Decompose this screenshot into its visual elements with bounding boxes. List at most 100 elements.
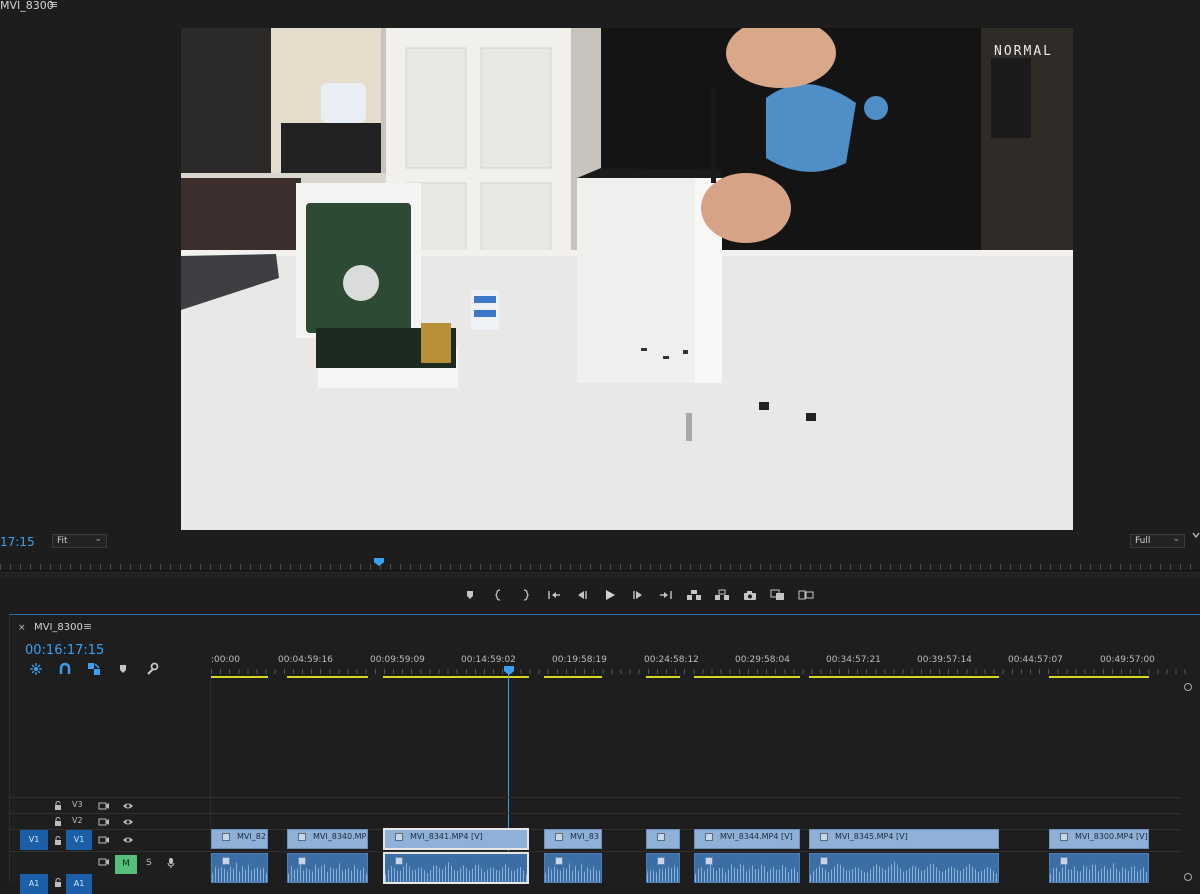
close-icon[interactable]: × <box>18 623 26 633</box>
video-clip-selected[interactable]: MVI_8341.MP4 [V] <box>383 828 529 850</box>
audio-clip[interactable] <box>211 853 268 883</box>
add-marker-button[interactable] <box>460 586 480 604</box>
timeline-ruler[interactable]: :00:00 00:04:59:16 00:09:59:09 00:14:59:… <box>211 651 1186 681</box>
track-target-a1[interactable]: A1 <box>66 874 92 894</box>
program-monitor: MVI_8300 ≡ NORMAL 17:15 Fit ⌄ Full ⌄ <box>0 0 1200 612</box>
eye-icon[interactable] <box>122 818 134 826</box>
go-to-in-button[interactable] <box>544 586 564 604</box>
step-forward-button[interactable] <box>628 586 648 604</box>
render-bar <box>544 676 602 678</box>
render-bar <box>646 676 680 678</box>
timeline-settings-button[interactable] <box>144 662 160 676</box>
go-to-out-button[interactable] <box>656 586 676 604</box>
track-name-v3: V3 <box>72 800 83 809</box>
audio-clip[interactable] <box>694 853 800 883</box>
play-button[interactable] <box>600 586 620 604</box>
audio-clip[interactable] <box>287 853 368 883</box>
comparison-view-icon <box>770 589 784 600</box>
snap-button[interactable] <box>57 662 73 676</box>
lift-button[interactable] <box>684 586 704 604</box>
nest-icon <box>30 663 42 675</box>
timeline-timecode[interactable]: 00:16:17:15 <box>25 643 104 658</box>
linked-selection-button[interactable] <box>86 662 102 676</box>
track-header-v1[interactable]: V1 V1 <box>10 830 210 851</box>
export-frame-button[interactable] <box>740 586 760 604</box>
vertical-zoom-scrollbar[interactable] <box>1184 683 1192 883</box>
video-clip[interactable]: MVI_82 <box>211 829 268 849</box>
monitor-menu-icon[interactable]: ≡ <box>49 0 58 11</box>
comparison-view-button[interactable] <box>768 586 788 604</box>
track-header-v3[interactable]: V3 <box>10 798 210 814</box>
ruler-label: :00:00 <box>211 655 240 665</box>
video-clip[interactable] <box>646 829 680 849</box>
video-frame-image <box>181 28 1073 530</box>
video-clip[interactable]: MVI_8300.MP4 [V] <box>1049 829 1149 849</box>
source-patch-a1[interactable]: A1 <box>20 874 48 894</box>
lock-icon[interactable] <box>54 817 62 827</box>
ruler-label: 00:29:58:04 <box>735 655 790 665</box>
mark-in-icon <box>495 589 501 601</box>
fx-badge-icon <box>555 857 563 865</box>
extract-button[interactable] <box>712 586 732 604</box>
sync-lock-icon[interactable] <box>98 802 110 810</box>
source-patch-v1[interactable]: V1 <box>20 830 48 850</box>
solo-track-button[interactable]: S <box>146 858 152 868</box>
video-clip[interactable]: MVI_8344.MP4 [V] <box>694 829 800 849</box>
sync-lock-icon[interactable] <box>98 858 110 866</box>
playback-resolution-dropdown[interactable]: Full ⌄ <box>1130 534 1185 548</box>
fx-badge-icon <box>657 833 665 841</box>
audio-clip[interactable] <box>544 853 602 883</box>
audio-clip-selected[interactable] <box>383 852 529 884</box>
fx-badge-icon <box>555 833 563 841</box>
clip-label: MVI_83 <box>570 832 599 841</box>
timeline-panel: × MVI_8300 ≡ 00:16:17:15 :00:00 00:04:59… <box>9 614 1200 894</box>
zoom-dropdown[interactable]: Fit ⌄ <box>52 534 107 548</box>
eye-icon[interactable] <box>122 836 134 844</box>
chevron-down-icon: ⌄ <box>94 534 102 544</box>
track-target-v1[interactable]: V1 <box>66 830 92 850</box>
monitor-timecode[interactable]: 17:15 <box>0 535 35 549</box>
video-clip[interactable]: MVI_8340.MP4 <box>287 829 368 849</box>
transport-controls <box>460 586 824 604</box>
track-header-v2[interactable]: V2 <box>10 814 210 830</box>
mark-out-button[interactable] <box>516 586 536 604</box>
sequence-menu-icon[interactable]: ≡ <box>83 620 92 633</box>
video-frame[interactable]: NORMAL <box>181 28 1073 530</box>
audio-clip[interactable] <box>1049 853 1149 883</box>
step-back-icon <box>578 591 587 599</box>
lock-icon[interactable] <box>54 801 62 811</box>
mute-track-button[interactable]: M <box>115 855 137 874</box>
render-bar <box>809 676 999 678</box>
step-back-button[interactable] <box>572 586 592 604</box>
scroll-handle-top[interactable] <box>1184 683 1192 691</box>
monitor-time-ruler[interactable] <box>0 559 1200 571</box>
scroll-handle-bottom[interactable] <box>1184 873 1192 881</box>
video-clip[interactable]: MVI_83 <box>544 829 602 849</box>
eye-icon[interactable] <box>122 802 134 810</box>
chevron-down-icon: ⌄ <box>1172 534 1180 544</box>
track-name-v2: V2 <box>72 816 83 825</box>
lift-icon <box>687 590 701 600</box>
sync-lock-icon[interactable] <box>98 818 110 826</box>
audio-clip[interactable] <box>646 853 680 883</box>
nest-toggle-button[interactable] <box>28 662 44 676</box>
lock-icon[interactable] <box>54 878 62 888</box>
sync-lock-icon[interactable] <box>98 836 110 844</box>
fx-badge-icon <box>222 857 230 865</box>
fx-badge-icon <box>298 857 306 865</box>
ruler-label: 00:39:57:14 <box>917 655 972 665</box>
render-bar <box>211 676 268 678</box>
audio-clip[interactable] <box>809 853 999 883</box>
fx-badge-icon <box>1060 833 1068 841</box>
monitor-zoom-bar[interactable] <box>0 572 1200 578</box>
track-header-a1[interactable]: A1 A1 <box>10 854 210 894</box>
clip-label: MVI_8345.MP4 [V] <box>835 832 908 841</box>
microphone-icon[interactable] <box>167 857 175 869</box>
settings-icon[interactable] <box>1192 531 1200 542</box>
add-marker-timeline-button[interactable] <box>115 662 131 676</box>
toggle-proxies-button[interactable] <box>796 586 816 604</box>
sequence-tab[interactable]: MVI_8300 <box>34 622 83 633</box>
mark-in-button[interactable] <box>488 586 508 604</box>
video-clip[interactable]: MVI_8345.MP4 [V] <box>809 829 999 849</box>
lock-icon[interactable] <box>54 836 62 846</box>
